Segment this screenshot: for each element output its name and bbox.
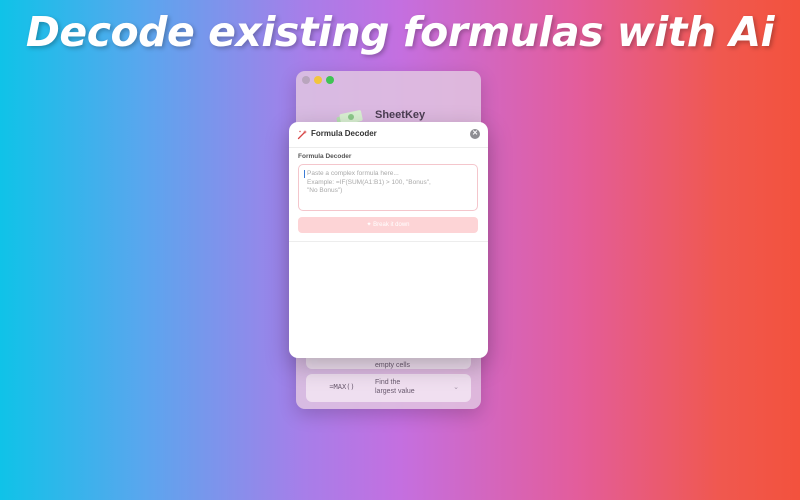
- chevron-down-icon[interactable]: ⌄: [453, 383, 459, 391]
- close-button[interactable]: ✕: [470, 129, 480, 139]
- formula-name: =MAX(): [329, 383, 355, 391]
- divider: [289, 241, 488, 242]
- decode-button[interactable]: ✦ Break it down: [298, 217, 478, 233]
- decoder-title: Formula Decoder: [311, 129, 377, 138]
- decoder-header: Formula Decoder ✕: [289, 122, 488, 148]
- formula-description: Find the largest value: [375, 379, 415, 395]
- formula-input[interactable]: Paste a complex formula here... Example:…: [298, 164, 478, 211]
- app-title: SheetKey: [375, 109, 426, 121]
- magic-wand-icon: [297, 130, 307, 140]
- formula-input-placeholder: Paste a complex formula here... Example:…: [307, 170, 431, 194]
- minimize-window-button[interactable]: [314, 76, 322, 84]
- zoom-window-button[interactable]: [326, 76, 334, 84]
- list-item[interactable]: =MAX() Find the largest value ⌄: [306, 374, 471, 402]
- close-window-button[interactable]: [302, 76, 310, 84]
- headline: Decode existing formulas with Ai: [25, 8, 775, 56]
- formula-description: empty cells: [375, 362, 411, 369]
- window-controls: [302, 76, 334, 84]
- text-caret: [304, 170, 305, 178]
- formula-decoder-window: Formula Decoder ✕ Formula Decoder Paste …: [289, 122, 488, 358]
- section-label: Formula Decoder: [298, 153, 352, 160]
